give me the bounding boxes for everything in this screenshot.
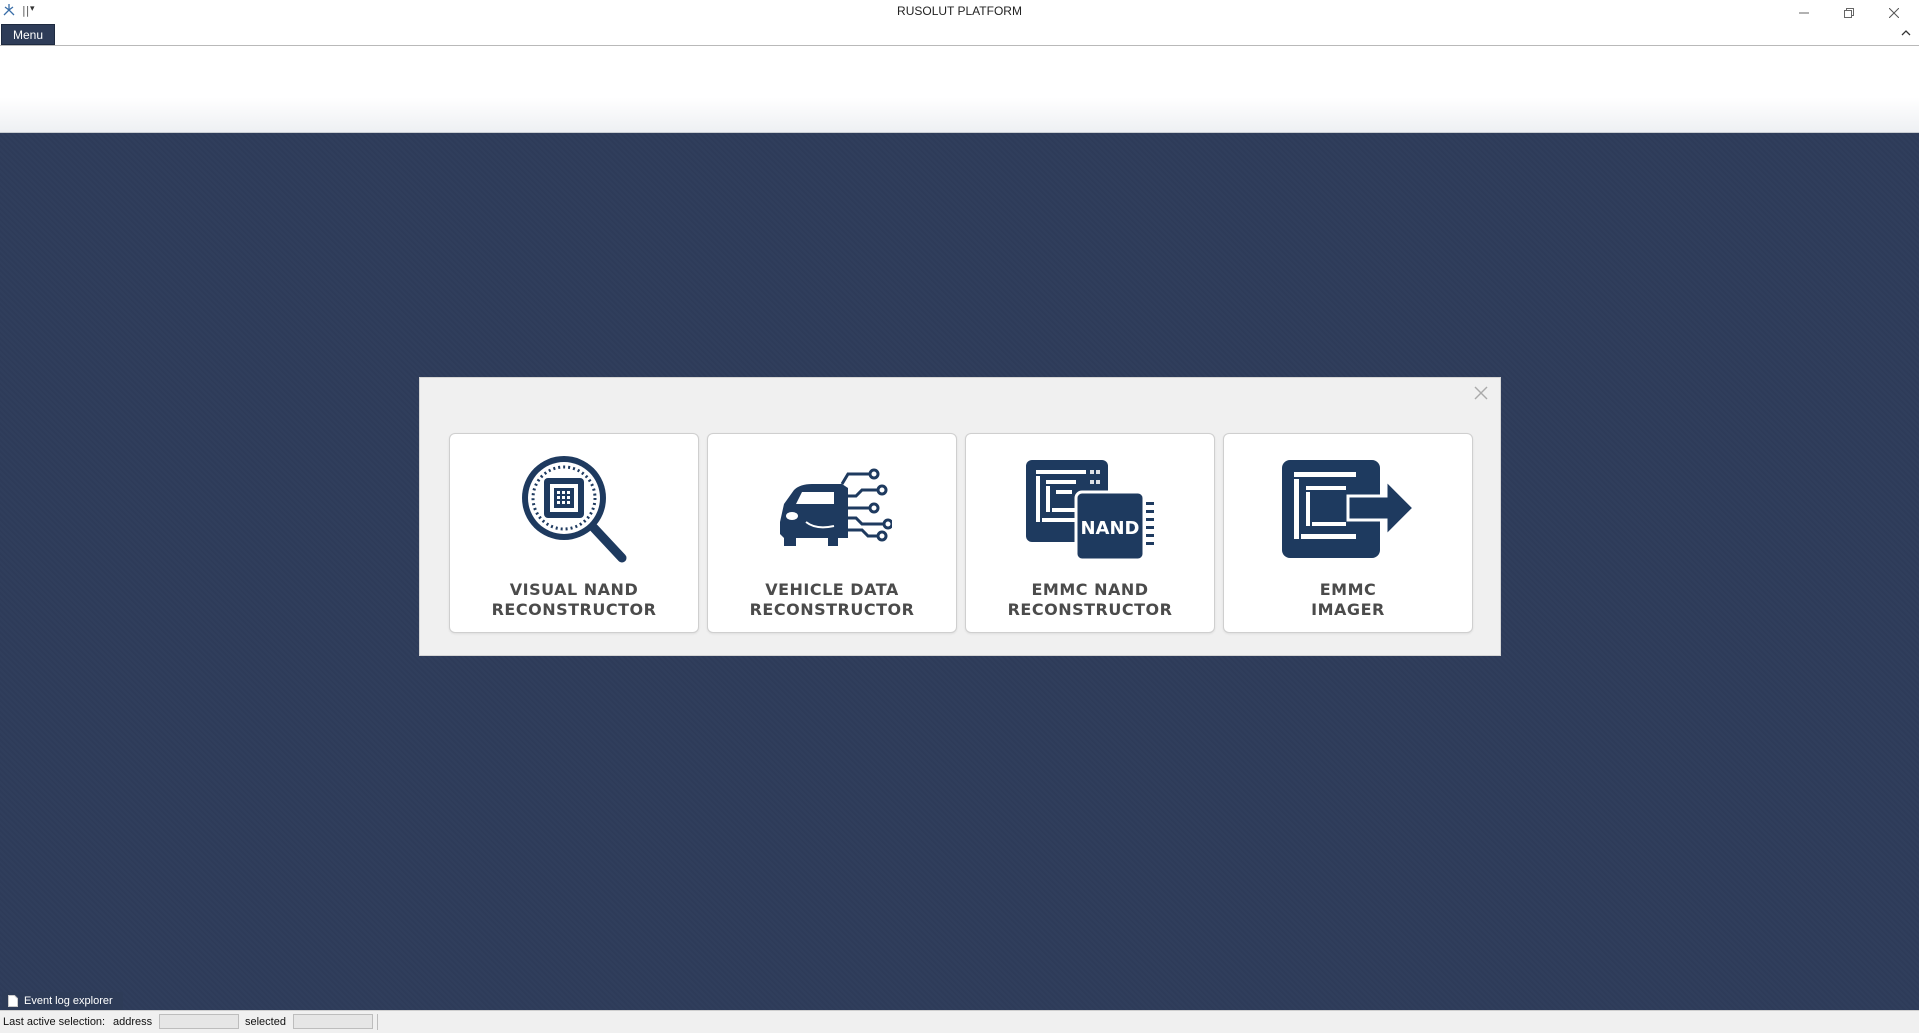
nand-chip-text: NAND xyxy=(1080,518,1139,539)
emmc-nand-chip-icon: NAND xyxy=(1026,460,1154,562)
dialog-close-button[interactable] xyxy=(1472,384,1490,402)
title-bar: || ▾ RUSOLUT PLATFORM xyxy=(0,0,1919,22)
selected-label: selected xyxy=(245,1016,286,1028)
event-log-label: Event log explorer xyxy=(24,995,113,1007)
minimize-button[interactable] xyxy=(1782,0,1826,26)
close-icon xyxy=(1474,386,1488,400)
address-field xyxy=(159,1014,239,1029)
close-icon xyxy=(1889,8,1899,18)
address-label: address xyxy=(113,1016,153,1028)
minimize-icon xyxy=(1799,12,1809,14)
event-log-explorer-tab[interactable]: Event log explorer xyxy=(2,992,123,1010)
status-separator xyxy=(377,1014,378,1030)
chevron-up-icon xyxy=(1901,30,1911,36)
card-label: VISUAL NAND RECONSTRUCTOR xyxy=(491,580,657,619)
emmc-imager-card[interactable]: EMMC IMAGER xyxy=(1223,433,1473,633)
card-label: EMMC IMAGER xyxy=(1311,580,1385,619)
menu-tab[interactable]: Menu xyxy=(1,24,55,45)
last-active-selection-label: Last active selection: xyxy=(3,1016,106,1028)
emmc-imager-icon xyxy=(1282,460,1417,558)
document-icon xyxy=(8,995,18,1007)
ribbon-collapse-button[interactable] xyxy=(1898,26,1914,40)
card-label: EMMC NAND RECONSTRUCTOR xyxy=(1007,580,1173,619)
ribbon-panel xyxy=(0,46,1919,133)
selected-field xyxy=(293,1014,373,1029)
restore-button[interactable] xyxy=(1827,0,1871,26)
launcher-dialog: VISUAL NAND RECONSTRUCTOR VEHICLE DATA R… xyxy=(419,377,1501,656)
emmc-nand-reconstructor-card[interactable]: NAND EMMC NAND RECONSTRUCTOR xyxy=(965,433,1215,633)
status-bar: Last active selection: address selected xyxy=(0,1010,1919,1033)
magnifier-chip-icon xyxy=(522,456,627,563)
window-title: RUSOLUT PLATFORM xyxy=(897,4,1022,18)
card-label: VEHICLE DATA RECONSTRUCTOR xyxy=(749,580,915,619)
restore-icon xyxy=(1844,8,1854,18)
vehicle-data-reconstructor-card[interactable]: VEHICLE DATA RECONSTRUCTOR xyxy=(707,433,957,633)
car-circuit-icon xyxy=(780,468,892,546)
visual-nand-reconstructor-card[interactable]: VISUAL NAND RECONSTRUCTOR xyxy=(449,433,699,633)
close-window-button[interactable] xyxy=(1872,0,1916,26)
